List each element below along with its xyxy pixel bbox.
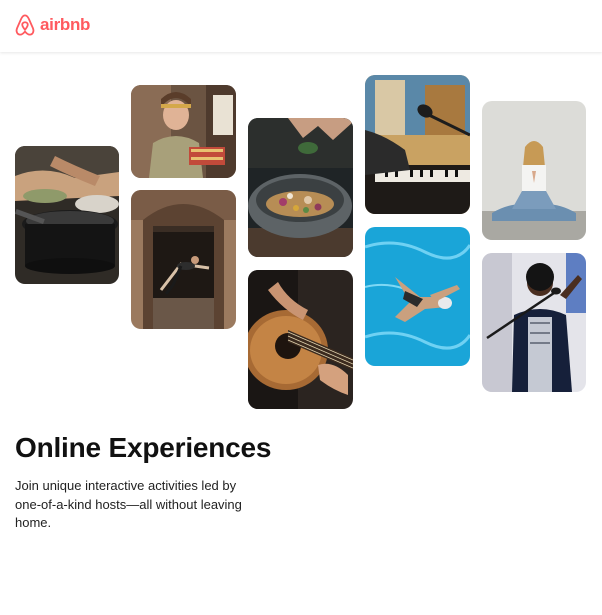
top-header: airbnb <box>0 0 602 52</box>
photo-piano-microphone[interactable] <box>365 75 470 214</box>
airbnb-logo[interactable]: airbnb <box>14 13 90 37</box>
photo-woman-chef[interactable] <box>131 85 236 178</box>
brand-name: airbnb <box>40 15 91 34</box>
photo-cooking-pans[interactable] <box>15 146 119 284</box>
photo-food-bowl[interactable] <box>248 118 353 257</box>
page-description: Join unique interactive activities led b… <box>15 478 242 530</box>
photo-singer[interactable] <box>482 253 586 392</box>
photo-swimmer[interactable] <box>365 227 470 366</box>
page-title: Online Experiences <box>15 432 272 463</box>
airbnb-belo-icon <box>15 14 35 36</box>
photo-dancer-doorway[interactable] <box>131 190 236 329</box>
photo-guitar[interactable] <box>248 270 353 409</box>
photo-meditation[interactable] <box>482 101 586 240</box>
